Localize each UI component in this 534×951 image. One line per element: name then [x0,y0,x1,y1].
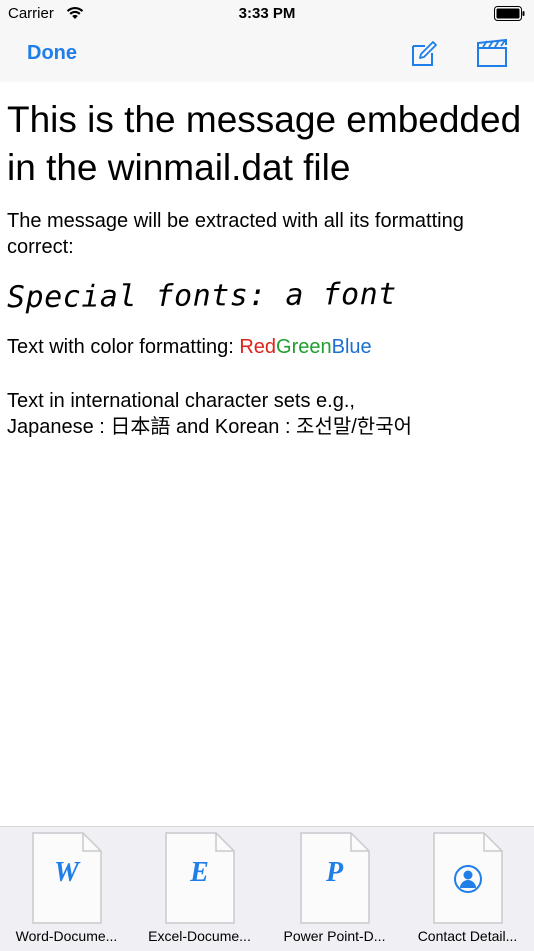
intl-line-2: Japanese : 日本語 and Korean : 조선말/한국어 [7,416,413,438]
attachment-word[interactable]: W Word-Docume... [0,827,133,951]
message-heading: This is the message embedded in the winm… [7,99,522,188]
attachment-bar: W Word-Docume... E Excel-Docume... P Pow… [0,826,534,951]
contact-document-icon [432,832,503,924]
special-font-line: Special fonts: a font [6,276,397,316]
compose-icon[interactable] [410,40,438,68]
done-button[interactable]: Done [27,42,77,65]
clapperboard-icon[interactable] [476,38,510,68]
color-formatting-line: Text with color formatting: RedGreenBlue [7,334,527,360]
nav-bar: Done [0,28,534,82]
attachment-powerpoint[interactable]: P Power Point-D... [268,827,401,951]
excel-letter: E [190,857,209,888]
battery-icon [494,6,525,21]
green-text: Green [276,336,332,358]
attachment-label: Excel-Docume... [148,928,251,944]
powerpoint-letter: P [325,857,344,888]
message-intro: The message will be extracted with all i… [7,210,464,258]
red-text: Red [239,336,277,358]
attachment-contact[interactable]: Contact Detail... [401,827,534,951]
attachment-label: Power Point-D... [283,928,386,944]
intl-line-1: Text in international character sets e.g… [7,390,355,412]
word-letter: W [54,857,79,888]
attachment-label: Contact Detail... [417,928,518,944]
status-bar: Carrier 3:33 PM [0,0,534,28]
status-time: 3:33 PM [238,5,296,22]
attachment-label: Word-Docume... [15,928,118,944]
attachment-excel[interactable]: E Excel-Docume... [133,827,266,951]
color-prefix: Text with color formatting: [7,336,240,358]
international-text: Text in international character sets e.g… [7,388,527,440]
blue-text: Blue [331,336,372,358]
message-body: This is the message embedded in the winm… [7,96,527,440]
